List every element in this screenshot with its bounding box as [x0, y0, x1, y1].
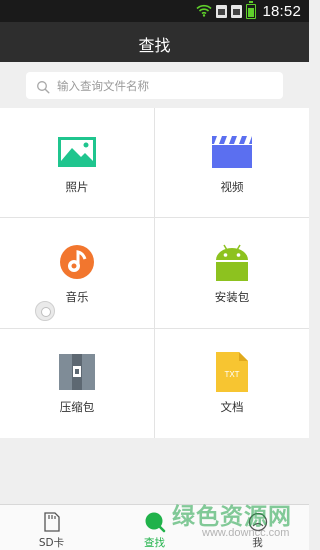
category-label: 照片 [65, 180, 89, 194]
wifi-icon [196, 2, 213, 21]
tab-me[interactable]: 我 [206, 505, 309, 550]
search-placeholder: 输入查询文件名称 [57, 78, 149, 93]
video-clapper-icon [212, 134, 252, 170]
tab-label: 查找 [144, 537, 165, 549]
search-icon [36, 79, 50, 94]
category-label: 文档 [220, 400, 244, 414]
category-label: 安装包 [214, 290, 250, 304]
category-apk[interactable]: 安装包 [155, 218, 309, 328]
txt-document-icon: TXT [212, 352, 252, 392]
sd-card-icon [43, 511, 60, 533]
status-icons: 18:52 [196, 0, 301, 21]
tab-sd-card[interactable]: SD卡 [0, 505, 103, 550]
battery-icon [246, 0, 257, 19]
search-area: 输入查询文件名称 [0, 62, 309, 108]
grid-divider [0, 328, 309, 329]
sim-card-icon [216, 4, 228, 18]
floating-assistive-button[interactable] [35, 301, 55, 321]
txt-label: TXT [224, 370, 239, 379]
category-music[interactable]: 音乐 [0, 218, 154, 328]
category-video[interactable]: 视频 [155, 108, 309, 218]
profile-icon [248, 511, 268, 533]
search-icon [144, 511, 166, 533]
category-photos[interactable]: 照片 [0, 108, 154, 218]
tab-label: 我 [252, 537, 263, 549]
zip-archive-icon [57, 354, 97, 390]
category-label: 压缩包 [59, 400, 95, 414]
title-bar: 查找 [0, 22, 309, 62]
status-bar: 18:52 [0, 0, 309, 22]
grid-divider [154, 108, 155, 438]
image-icon [57, 134, 97, 170]
tab-label: SD卡 [38, 537, 65, 549]
category-archive[interactable]: 压缩包 [0, 328, 154, 438]
grid-divider [0, 217, 309, 218]
category-document[interactable]: TXT 文档 [155, 328, 309, 438]
category-label: 音乐 [65, 290, 89, 304]
android-icon [212, 244, 252, 281]
status-time: 18:52 [262, 2, 301, 20]
tab-search[interactable]: 查找 [103, 505, 206, 550]
sim-card-icon [231, 4, 243, 18]
search-input[interactable]: 输入查询文件名称 [26, 72, 283, 99]
page-title: 查找 [138, 36, 171, 55]
music-icon [57, 244, 97, 280]
category-label: 视频 [220, 180, 244, 194]
bottom-nav: SD卡 查找 我 [0, 504, 309, 550]
